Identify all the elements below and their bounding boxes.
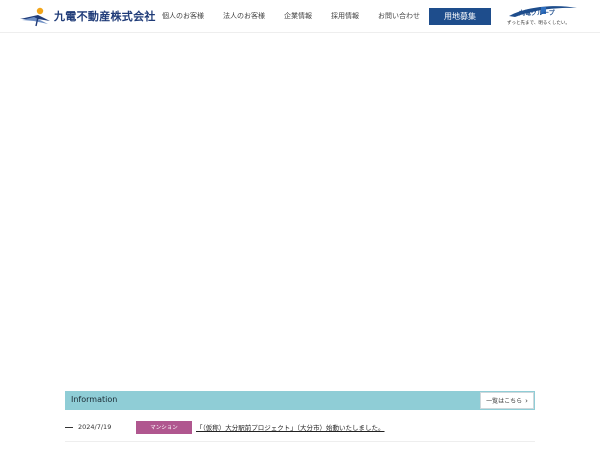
information-bar: Information 一覧はこちら › (65, 391, 535, 410)
nav-contact[interactable]: お問い合わせ (378, 11, 420, 21)
site-header: 九電不動産株式会社 個人のお客様 法人のお客様 企業情報 採用情報 お問い合わせ… (0, 0, 600, 33)
company-logo[interactable]: 九電不動産株式会社 (18, 5, 156, 27)
group-tagline: ずっと先まで、明るくしたい。 (507, 21, 570, 26)
news-date: 2024/7/19 (78, 423, 112, 431)
view-all-label: 一覧はこちら (486, 398, 523, 405)
view-all-button[interactable]: 一覧はこちら › (480, 392, 534, 409)
dash-icon (65, 426, 73, 428)
chevron-right-icon: › (525, 396, 528, 405)
nav-company-info[interactable]: 企業情報 (284, 11, 312, 21)
news-item: 2024/7/19 マンション 「（仮称）大分駅前プロジェクト」（大分市）始動い… (65, 418, 535, 436)
nav-corporate[interactable]: 法人のお客様 (223, 11, 265, 21)
main-nav: 個人のお客様 法人のお客様 企業情報 採用情報 お問い合わせ (162, 11, 439, 21)
company-logo-icon (20, 7, 50, 27)
news-category-badge: マンション (136, 420, 192, 434)
group-name: 九電グループ (519, 10, 555, 17)
news-divider (65, 441, 535, 442)
kyuden-group-logo[interactable]: 九電グループ ずっと先まで、明るくしたい。 (507, 4, 585, 28)
land-recruitment-button[interactable]: 用地募集 (429, 8, 491, 25)
news-link[interactable]: 「（仮称）大分駅前プロジェクト」（大分市）始動いたしました。 (196, 422, 385, 432)
nav-individual[interactable]: 個人のお客様 (162, 11, 204, 21)
company-name: 九電不動産株式会社 (54, 10, 156, 23)
nav-recruitment[interactable]: 採用情報 (331, 11, 359, 21)
information-title: Information (71, 395, 118, 404)
hero-area (0, 34, 600, 390)
